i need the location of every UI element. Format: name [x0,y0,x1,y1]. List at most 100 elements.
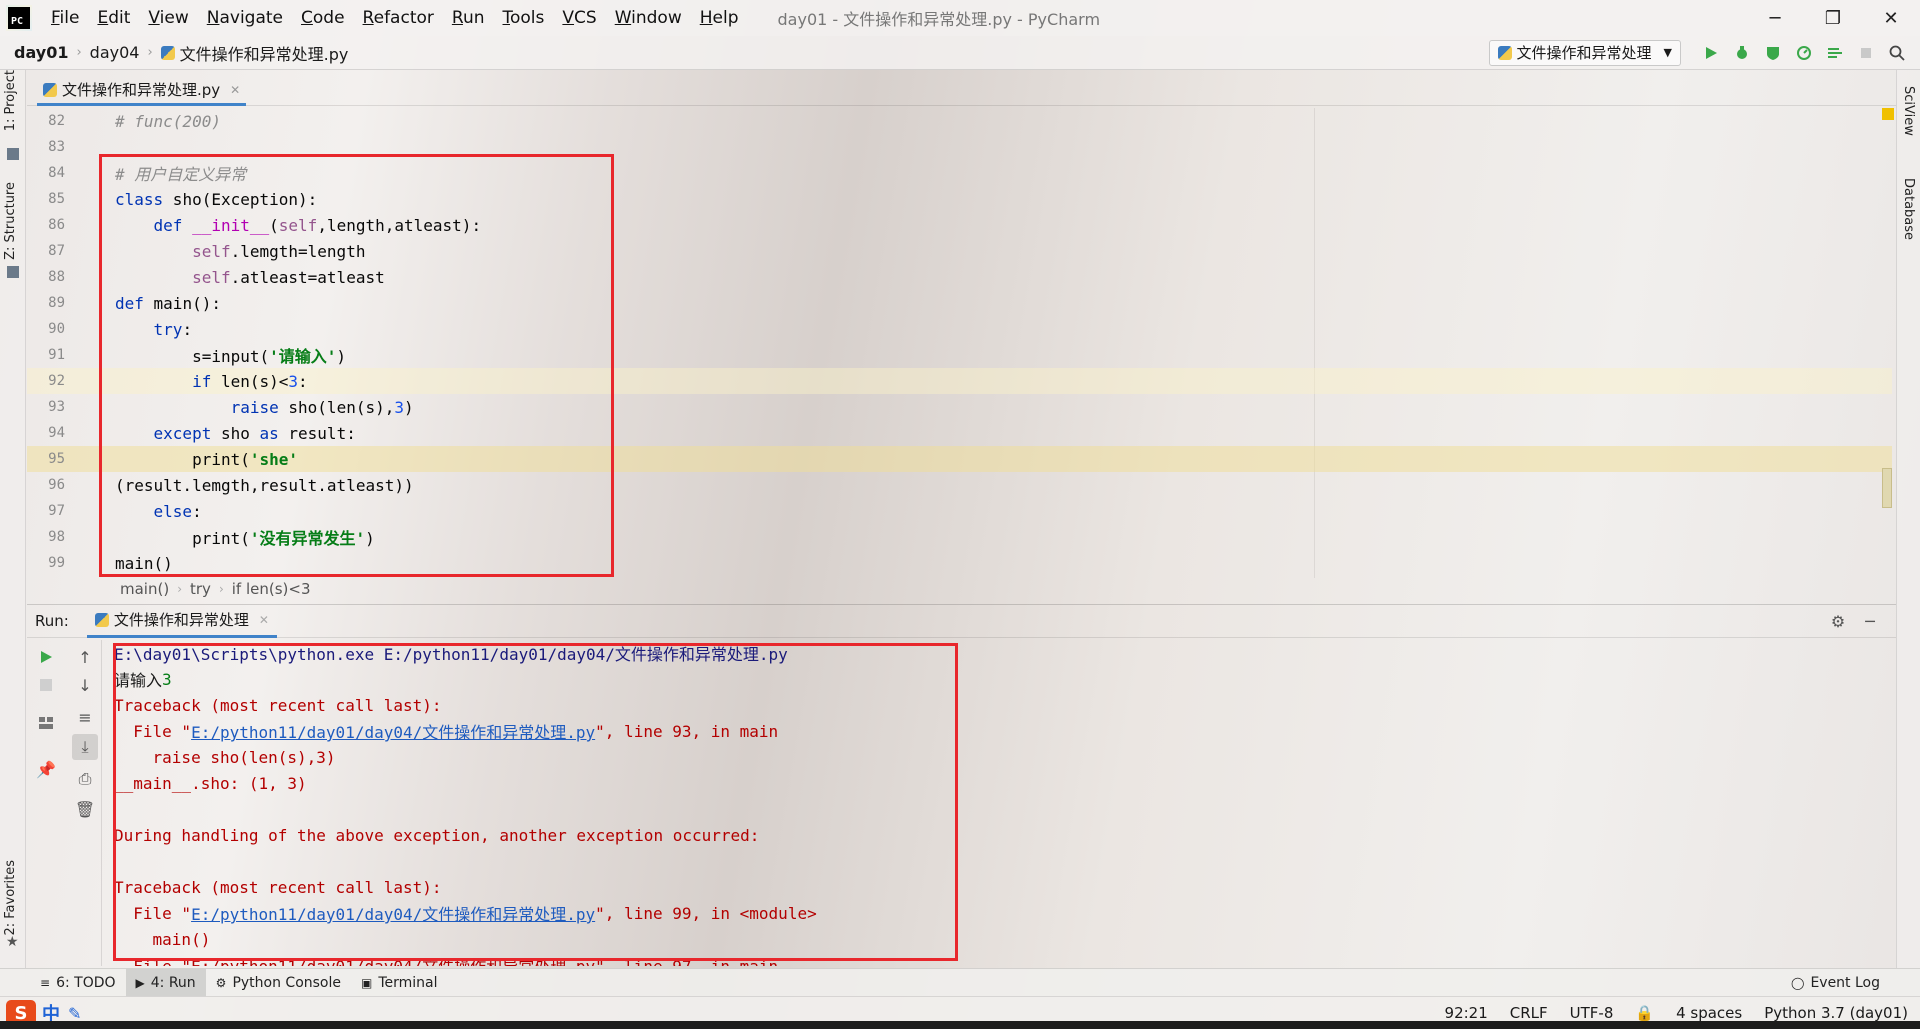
stop-icon[interactable] [1850,38,1881,68]
close-icon[interactable]: ✕ [259,613,269,627]
event-log-icon: ◯ [1791,975,1805,990]
chevron-right-icon: › [147,45,153,60]
breadcrumb-folder[interactable]: day04 [90,43,140,62]
line-number[interactable]: 91 [27,347,65,363]
breadcrumb-project[interactable]: day01 [14,43,68,62]
breadcrumb-file[interactable]: 文件操作和异常处理.py [160,41,348,65]
menu-file[interactable]: File [42,8,88,28]
menu-tools[interactable]: Tools [494,8,554,28]
close-icon[interactable]: ✕ [230,83,240,97]
close-button[interactable]: ✕ [1862,0,1920,36]
run-configuration-dropdown[interactable]: 文件操作和异常处理 ▼ [1488,39,1681,66]
restore-button[interactable]: ❐ [1804,0,1862,36]
menu-vcs[interactable]: VCS [553,8,605,28]
menu-run[interactable]: Run [443,8,494,28]
menu-view[interactable]: View [139,8,197,28]
tab-python-console[interactable]: ⚙ Python Console [206,969,351,997]
run-header-actions: ⚙ ─ [1822,612,1886,631]
tool-favorites[interactable]: 2: Favorites [3,860,18,936]
indent-setting[interactable]: 4 spaces [1676,1004,1742,1022]
code-crumb-try[interactable]: try [190,580,211,598]
run-icon[interactable] [1695,38,1726,68]
code-line[interactable]: 82 # func(200) [27,108,1892,134]
menu-edit[interactable]: Edit [88,8,139,28]
tab-run-label: 4: Run [150,974,196,991]
breadcrumb: day01 › day04 › 文件操作和异常处理.py [14,41,348,65]
code-editor[interactable]: 82 # func(200) 83 84 # 用户自定义异常 85 class sho(Ex… [27,108,1896,578]
line-number[interactable]: 98 [27,529,65,545]
code-text: # func(200) [115,111,221,131]
menu-help[interactable]: Help [691,8,748,28]
tab-todo-label: 6: TODO [56,974,116,991]
highlight-box [113,643,958,961]
scroll-to-end-icon[interactable]: ⤓ [72,734,98,760]
chevron-right-icon: › [76,45,82,60]
tool-sciview[interactable]: SciView [1901,86,1916,136]
tool-database[interactable]: Database [1901,178,1916,240]
menu-code[interactable]: Code [292,8,354,28]
chevron-down-icon: ▼ [1663,46,1672,59]
coverage-icon[interactable] [1757,38,1788,68]
arrow-down-icon[interactable]: ↓ [72,672,98,698]
line-number[interactable]: 96 [27,477,65,493]
todo-icon: ≡ [40,975,51,990]
line-number[interactable]: 86 [27,217,65,233]
run-toolbar-secondary: ↑ ↓ ≡ ⤓ ⎙ 🗑 [66,640,102,966]
menu-bar: File Edit View Navigate Code Refactor Run Tools… [42,8,748,28]
profile-icon[interactable] [1788,38,1819,68]
line-number[interactable]: 94 [27,425,65,441]
line-number[interactable]: 93 [27,399,65,415]
highlight-box [99,154,614,577]
debug-icon[interactable] [1726,38,1757,68]
code-crumb-if[interactable]: if len(s)<3 [232,580,311,598]
line-number[interactable]: 97 [27,503,65,519]
search-icon[interactable] [1881,38,1912,68]
tab-terminal[interactable]: ▣ Terminal [351,969,448,997]
arrow-up-icon[interactable]: ↑ [72,644,98,670]
editor-tab-file[interactable]: 文件操作和异常处理.py ✕ [37,76,247,106]
window-title: day01 - 文件操作和异常处理.py - PyCharm [777,10,1101,29]
line-number[interactable]: 99 [27,555,65,571]
terminal-icon: ▣ [361,975,373,990]
menu-navigate[interactable]: Navigate [198,8,292,28]
tab-run[interactable]: ▶ 4: Run [125,968,206,997]
minimize-panel-icon[interactable]: ─ [1854,612,1886,631]
line-number[interactable]: 89 [27,295,65,311]
file-encoding[interactable]: UTF-8 [1570,1004,1614,1022]
rerun-icon[interactable] [33,644,59,670]
line-number[interactable]: 88 [27,269,65,285]
trash-icon[interactable]: 🗑 [72,796,98,822]
line-separator[interactable]: CRLF [1510,1004,1548,1022]
event-log-button[interactable]: ◯ Event Log [1781,969,1890,997]
concurrency-icon[interactable] [1819,38,1850,68]
line-number[interactable]: 83 [27,139,65,155]
pin-icon[interactable]: 📌 [33,756,59,782]
project-icon [7,148,19,160]
line-number[interactable]: 92 [27,373,65,389]
minimize-button[interactable]: ─ [1746,0,1804,36]
menu-refactor[interactable]: Refactor [354,8,443,28]
code-crumb-function[interactable]: main() [120,580,169,598]
line-number[interactable]: 84 [27,165,65,181]
stop-icon[interactable] [33,672,59,698]
soft-wrap-icon[interactable]: ≡ [72,704,98,730]
line-number[interactable]: 85 [27,191,65,207]
taskbar-edge [0,1021,1920,1029]
menu-window[interactable]: Window [606,8,691,28]
python-interpreter[interactable]: Python 3.7 (day01) [1764,1004,1908,1022]
run-tab[interactable]: 文件操作和异常处理 ✕ [86,605,277,638]
tool-project[interactable]: 1: Project [3,70,18,131]
print-icon[interactable]: ⎙ [72,766,98,792]
line-number[interactable]: 82 [27,113,65,129]
run-configuration-label: 文件操作和异常处理 [1516,44,1652,62]
line-number[interactable]: 90 [27,321,65,337]
lock-icon[interactable]: 🔒 [1635,1004,1654,1022]
tool-structure[interactable]: Z: Structure [3,182,18,260]
cursor-position[interactable]: 92:21 [1445,1004,1488,1022]
line-number[interactable]: 95 [27,451,65,467]
line-number[interactable]: 87 [27,243,65,259]
tab-terminal-label: Terminal [378,974,438,991]
layout-icon[interactable] [33,710,59,736]
gear-icon[interactable]: ⚙ [1822,612,1854,631]
tab-todo[interactable]: ≡ 6: TODO [30,969,126,997]
